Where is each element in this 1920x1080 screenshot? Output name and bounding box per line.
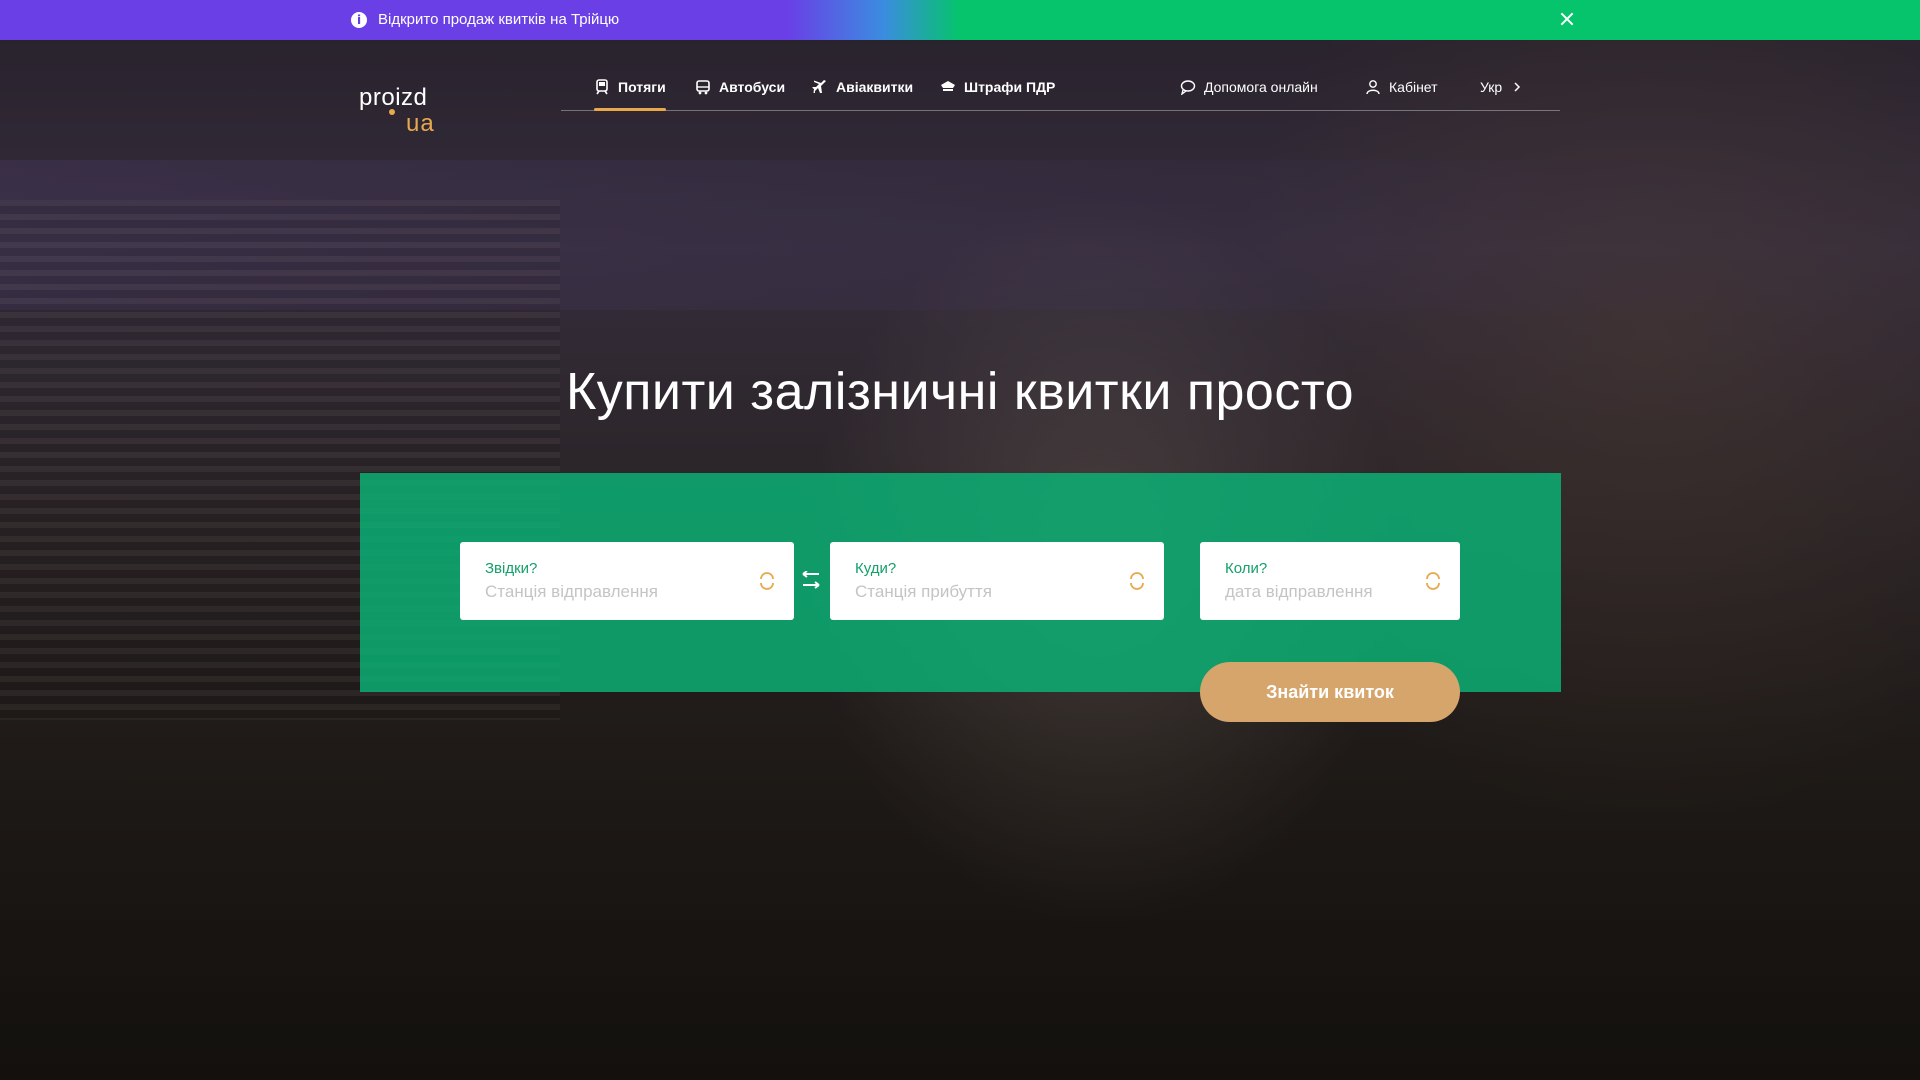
to-field-label: Куди? <box>855 560 897 577</box>
date-field-placeholder[interactable]: дата відправлення <box>1225 582 1373 602</box>
date-field-label: Коли? <box>1225 560 1268 577</box>
logo-text-ua: ua <box>406 110 435 137</box>
cabinet-label: Кабінет <box>1389 79 1438 95</box>
date-field[interactable]: Коли? дата відправлення <box>1200 542 1460 620</box>
train-icon <box>594 79 610 95</box>
loading-spinner-icon <box>1424 572 1442 590</box>
help-online-label: Допомога онлайн <box>1204 79 1318 95</box>
nav-item-flights[interactable]: Авіаквитки <box>812 76 913 98</box>
page-title: Купити залізничні квитки просто <box>565 363 1354 421</box>
loading-spinner-icon <box>758 572 776 590</box>
nav-item-label: Автобуси <box>719 79 786 95</box>
bus-icon <box>695 79 711 95</box>
language-selector[interactable]: Укр <box>1480 76 1528 98</box>
nav-item-label: Потяги <box>618 79 666 95</box>
loading-spinner-icon <box>1128 572 1146 590</box>
nav-divider <box>561 110 1560 111</box>
announcement-bar: i Відкрито продаж квитків на Трійцю <box>0 0 1920 40</box>
language-label: Укр <box>1480 79 1503 95</box>
announcement-text[interactable]: Відкрито продаж квитків на Трійцю <box>378 11 619 28</box>
swap-arrows-icon[interactable] <box>799 570 825 593</box>
nav-item-label: Авіаквитки <box>836 79 914 95</box>
logo-text-proizd: proizd <box>359 84 428 111</box>
to-field-placeholder[interactable]: Станція прибуття <box>855 582 992 602</box>
find-ticket-button[interactable]: Знайти квиток <box>1200 662 1460 722</box>
nav-item-fines[interactable]: Штрафи ПДР <box>940 76 1055 98</box>
nav-item-trains[interactable]: Потяги <box>594 76 666 111</box>
close-icon[interactable] <box>1556 8 1578 30</box>
chevron-right-icon <box>1512 79 1528 95</box>
chat-bubble-icon <box>1180 79 1196 96</box>
from-field-label: Звідки? <box>485 560 538 577</box>
cabinet-link[interactable]: Кабінет <box>1365 76 1438 98</box>
police-cap-icon <box>940 79 956 95</box>
user-icon <box>1365 79 1381 95</box>
help-online-link[interactable]: Допомога онлайн <box>1180 76 1318 98</box>
nav-item-buses[interactable]: Автобуси <box>695 76 785 98</box>
to-station-field[interactable]: Куди? Станція прибуття <box>830 542 1164 620</box>
from-station-field[interactable]: Звідки? Станція відправлення <box>460 542 794 620</box>
from-field-placeholder[interactable]: Станція відправлення <box>485 582 658 602</box>
site-logo[interactable]: proizd ua <box>359 84 439 137</box>
nav-item-label: Штрафи ПДР <box>964 79 1056 95</box>
plane-icon <box>812 79 828 95</box>
info-icon: i <box>351 12 367 28</box>
